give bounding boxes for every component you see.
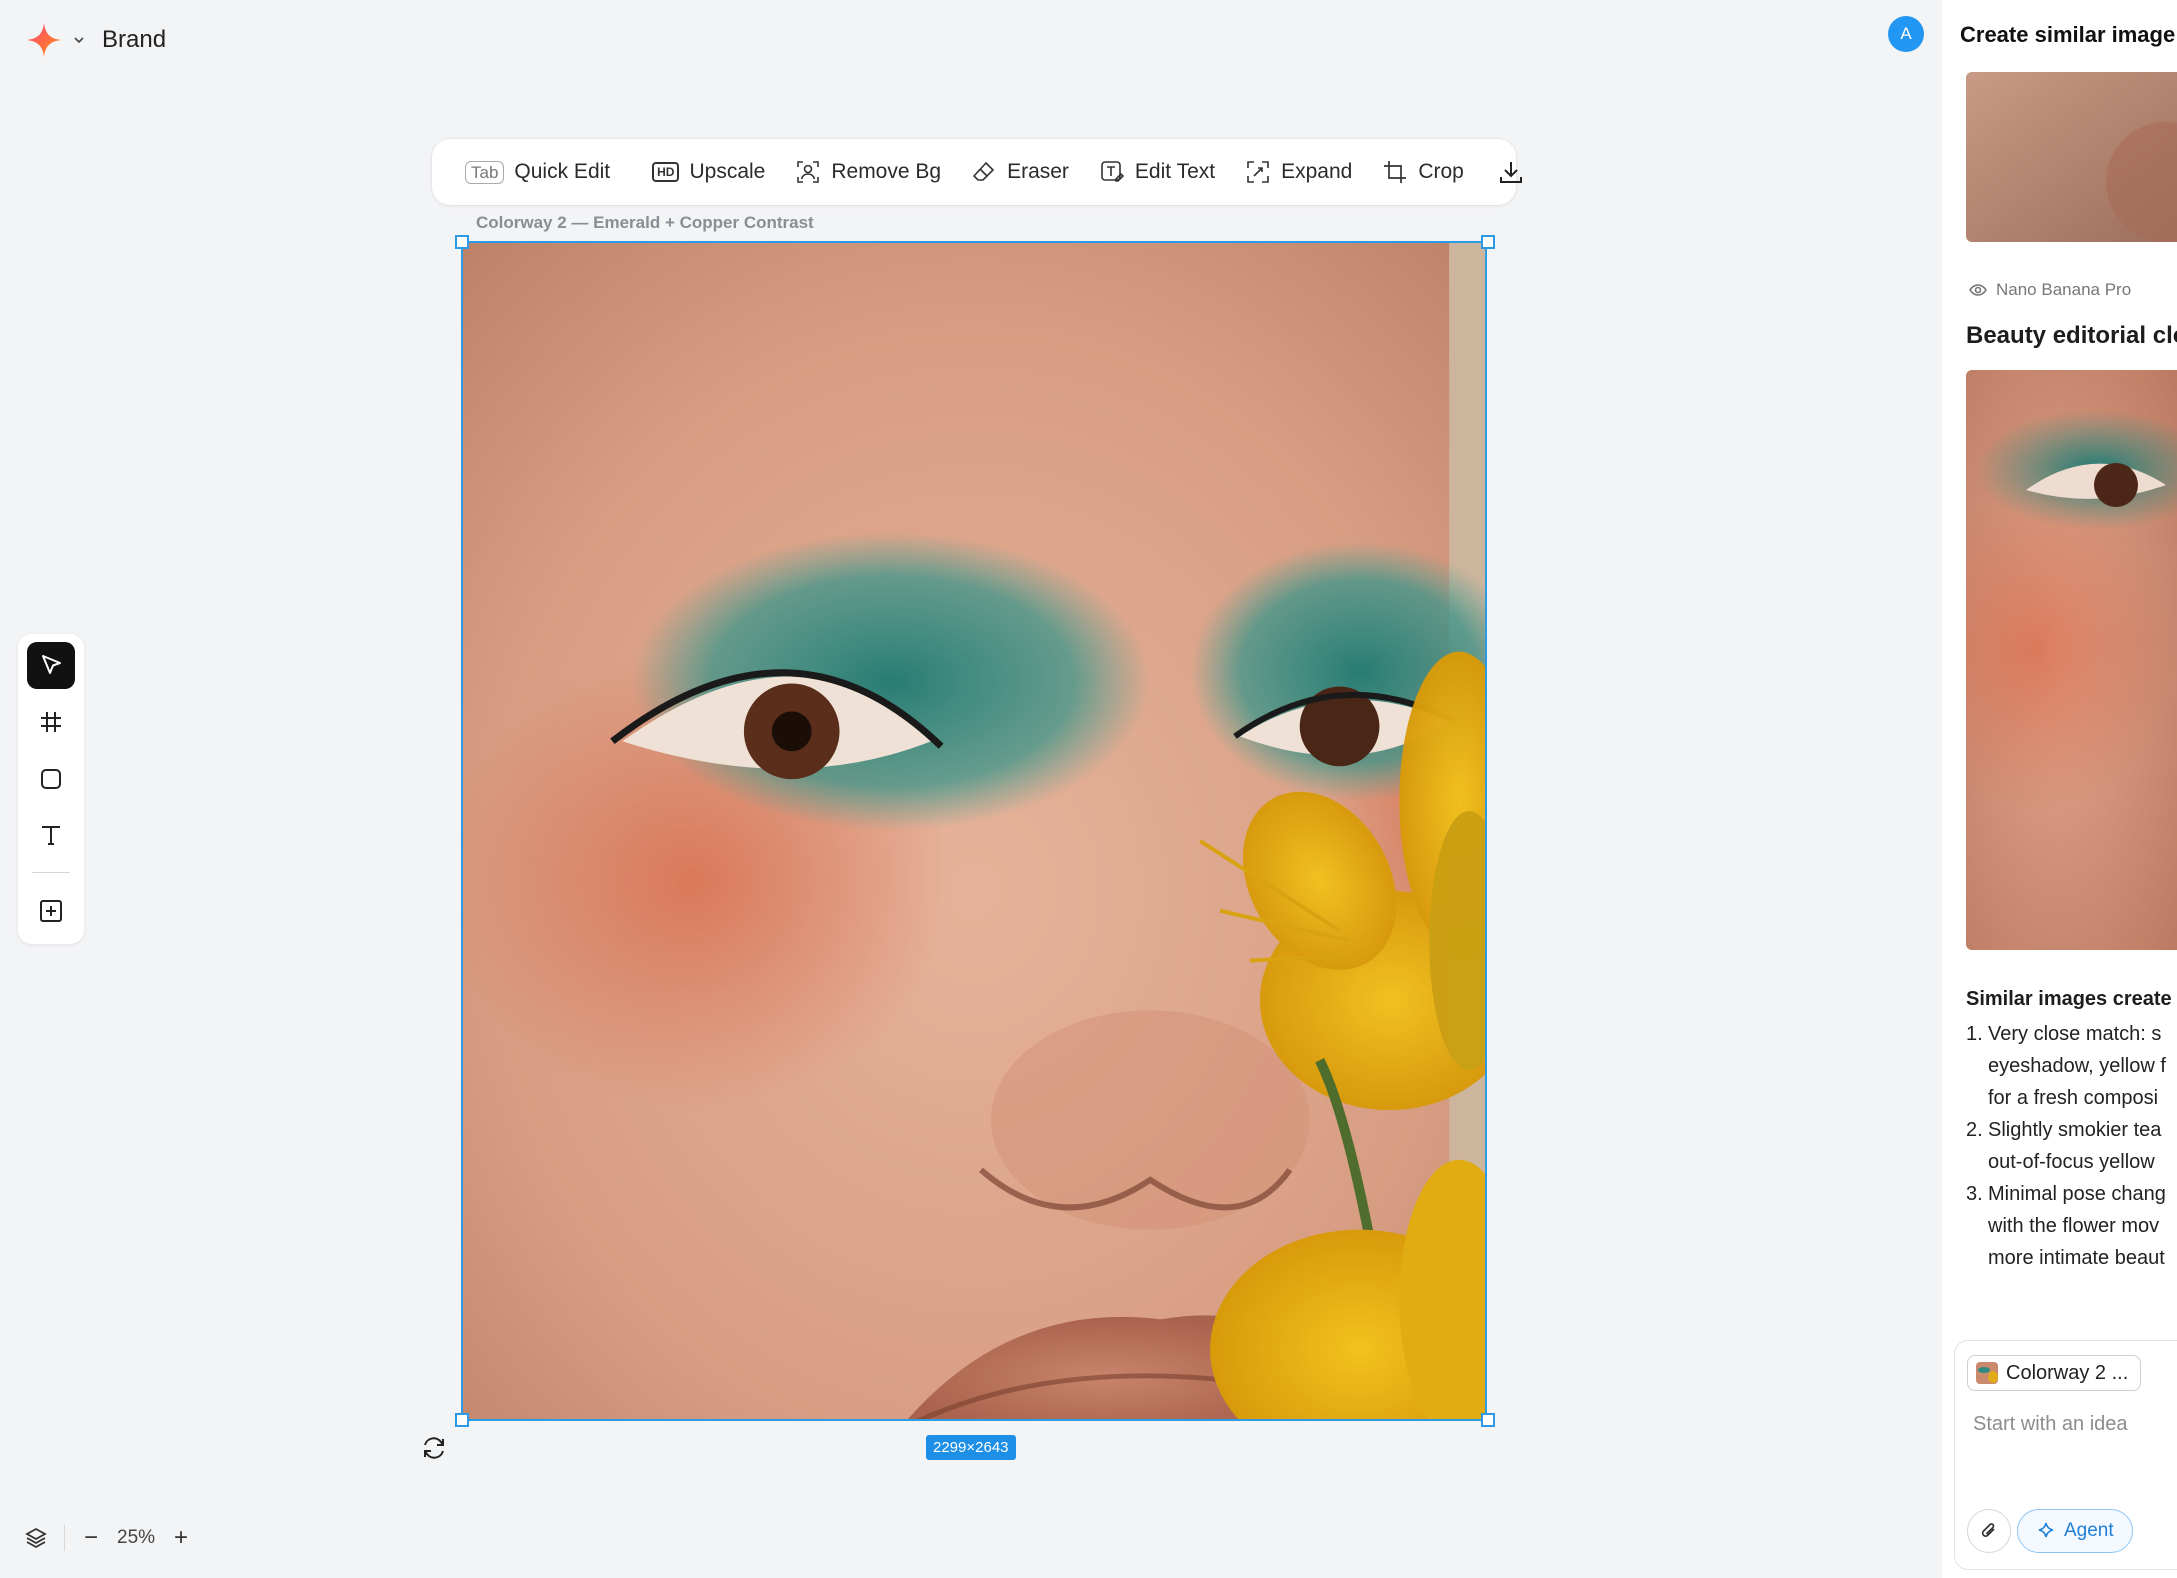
expand-button[interactable]: Expand [1230,139,1367,205]
resize-handle-top-left[interactable] [455,235,469,249]
text-tool-button[interactable] [27,812,75,859]
brand-name: Brand [102,26,167,53]
agent-button[interactable]: Agent [2017,1509,2133,1553]
model-name: Nano Banana Pro [1996,280,2132,299]
chevron-down-icon [74,37,84,44]
download-button[interactable] [1483,139,1539,205]
resize-handle-top-right[interactable] [1481,235,1495,249]
list-item: 1. Very close match: s eyeshadow, yellow… [1966,1023,2166,1109]
image-toolbar: Tab Quick Edit HD Upscale Remove Bg Eras… [432,139,1522,205]
list-item: 3. Minimal pose chang with the flower mo… [1966,1183,2166,1269]
card-title: Beauty editorial clo [1966,322,2177,349]
remove-bg-button[interactable]: Remove Bg [780,139,956,205]
zoom-level[interactable]: 25% [117,1527,155,1549]
brand-menu[interactable]: Brand [26,22,166,58]
tab-key-hint: Tab [465,160,505,184]
layers-icon[interactable] [24,1526,48,1550]
user-avatar[interactable]: A [1888,16,1924,52]
similar-images-list: 1. Very close match: s eyeshadow, yellow… [1966,1018,2177,1274]
expand-icon [1247,161,1269,183]
sparkle-star-icon [27,23,61,57]
list-item: 2. Slightly smokier tea out-of-focus yel… [1966,1119,2162,1173]
pointer-icon [42,655,61,675]
preview-image [1966,370,2177,950]
upscale-label: Upscale [689,160,766,183]
upscale-button[interactable]: HD Upscale [637,139,780,205]
portrait-photo [463,243,1485,1419]
eraser-button[interactable]: Eraser [956,139,1084,205]
hash-frame-icon [41,711,61,732]
attached-image-chip[interactable]: Colorway 2 ... [1967,1355,2142,1391]
zoom-in-button[interactable]: + [171,1524,191,1552]
image-frame[interactable] [461,241,1487,1421]
panel-title: Create similar image [1960,22,2176,47]
zoom-divider [64,1525,65,1551]
shape-tool-button[interactable] [27,755,75,802]
prompt-input[interactable]: Start with an idea [1973,1413,2128,1436]
remove-bg-label: Remove Bg [831,160,942,183]
text-icon [42,826,60,846]
thumbnail-image [1966,72,2177,242]
edit-text-label: Edit Text [1134,160,1216,183]
resize-handle-bottom-right[interactable] [1481,1413,1495,1427]
quick-edit-button[interactable]: Tab Quick Edit [450,139,625,205]
hd-icon: HD [652,162,680,182]
resize-handle-bottom-left[interactable] [455,1413,469,1427]
right-panel: Create similar image Nano Banana Pro Bea… [1942,0,2177,1578]
similar-images-heading: Similar images create [1966,988,2172,1010]
download-icon [1499,162,1522,183]
frame-tool-button[interactable] [27,699,75,746]
eraser-icon [972,161,995,181]
remove-background-icon [797,161,820,183]
model-row: Nano Banana Pro [1968,280,2131,300]
generated-preview[interactable] [1966,370,2177,950]
add-asset-button[interactable] [27,887,75,934]
crop-button[interactable]: Crop [1367,139,1479,205]
expand-label: Expand [1281,160,1353,183]
eraser-label: Eraser [1007,160,1069,183]
plus-square-icon [40,899,62,922]
frame-label[interactable]: Colorway 2 — Emerald + Copper Contrast [476,213,814,233]
agent-label: Agent [2064,1520,2114,1541]
crop-label: Crop [1418,160,1464,183]
chip-label: Colorway 2 ... [2006,1361,2129,1384]
eye-icon [1969,284,1987,296]
paperclip-icon [1981,1523,1995,1537]
square-icon [41,768,61,789]
zoom-out-button[interactable]: − [81,1524,101,1552]
dimensions-badge: 2299×2643 [926,1435,1016,1460]
rail-divider [32,872,70,874]
zoom-controls: − 25% + [24,1520,191,1556]
prompt-composer: Colorway 2 ... Start with an idea Agent [1954,1340,2177,1570]
chip-thumbnail [1976,1362,1998,1384]
sparkle-icon [2038,1522,2054,1538]
reference-thumbnail[interactable] [1966,72,2177,242]
edit-text-icon [1101,161,1125,182]
attach-button[interactable] [1967,1509,2011,1553]
quick-edit-label: Quick Edit [514,160,611,183]
edit-text-button[interactable]: Edit Text [1084,139,1230,205]
tool-rail [18,634,84,944]
crop-icon [1384,161,1407,183]
rotate-icon[interactable] [420,1434,448,1462]
select-tool-button[interactable] [27,642,75,689]
